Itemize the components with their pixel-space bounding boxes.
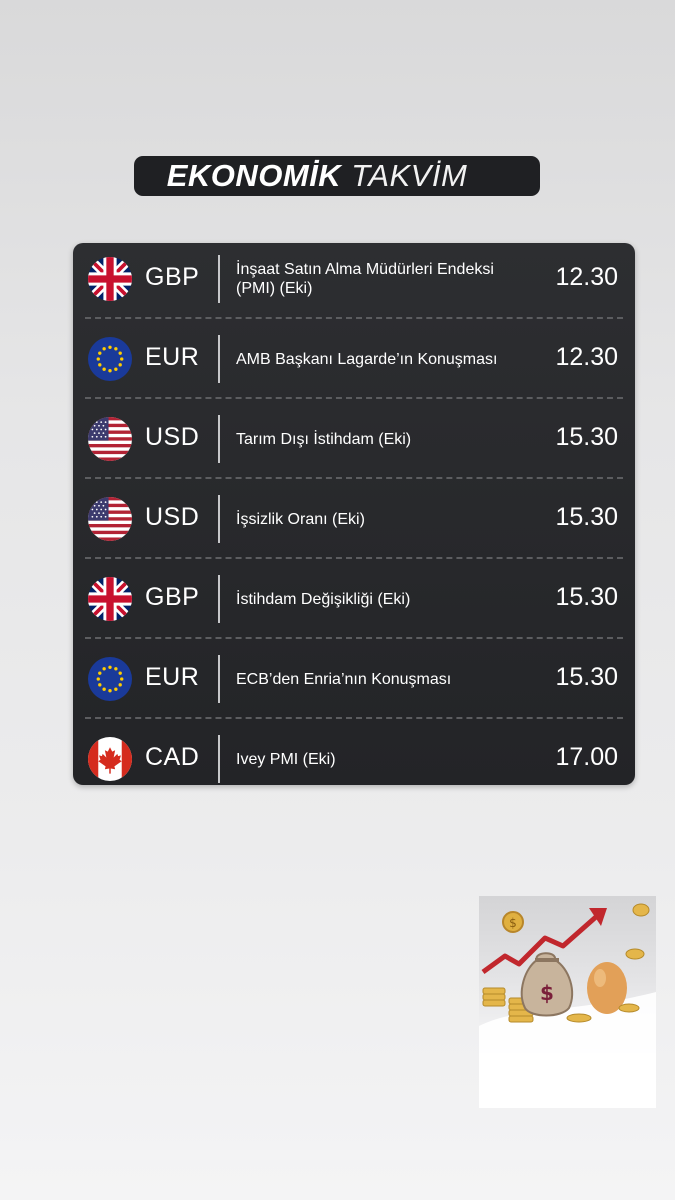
eu-flag-icon — [88, 657, 132, 701]
calendar-row: EUR ECB’den Enria’nın Konuşması 15.30 — [73, 643, 635, 723]
event-time: 17.00 — [555, 743, 618, 771]
svg-text:$: $ — [540, 981, 554, 1005]
column-separator — [218, 335, 220, 383]
money-growth-illustration-icon: $ $ — [479, 896, 656, 1108]
column-separator — [218, 415, 220, 463]
event-name: AMB Başkanı Lagarde’ın Konuşması — [236, 350, 498, 368]
event-time: 12.30 — [555, 263, 618, 291]
title-bold: EKONOMİK — [166, 158, 342, 193]
currency-code: EUR — [145, 663, 200, 691]
column-separator — [218, 575, 220, 623]
event-name: İnşaat Satın Alma Müdürleri Endeksi (PMI… — [236, 261, 494, 297]
calendar-row: GBP İstihdam Değişikliği (Eki) 15.30 — [73, 563, 635, 643]
column-separator — [218, 655, 220, 703]
event-time: 15.30 — [555, 663, 618, 691]
uk-flag-icon — [88, 257, 132, 301]
currency-code: GBP — [145, 263, 200, 291]
canada-flag-icon — [88, 737, 132, 781]
row-divider — [85, 717, 623, 719]
calendar-row: GBP İnşaat Satın Alma Müdürleri Endeksi … — [73, 243, 635, 323]
event-time: 15.30 — [555, 423, 618, 451]
economic-calendar-card: GBP İnşaat Satın Alma Müdürleri Endeksi … — [73, 243, 635, 785]
currency-code: CAD — [145, 743, 200, 771]
row-divider — [85, 317, 623, 319]
row-divider — [85, 397, 623, 399]
svg-text:$: $ — [509, 916, 517, 930]
event-name: ECB’den Enria’nın Konuşması — [236, 670, 452, 688]
page-title: EKONOMİK TAKVİM — [134, 156, 540, 196]
event-name: İstihdam Değişikliği (Eki) — [236, 590, 411, 608]
column-separator — [218, 495, 220, 543]
eu-flag-icon — [88, 337, 132, 381]
calendar-row: EUR AMB Başkanı Lagarde’ın Konuşması 12.… — [73, 323, 635, 403]
currency-code: EUR — [145, 343, 200, 371]
row-divider — [85, 477, 623, 479]
us-flag-icon — [88, 497, 132, 541]
us-flag-icon — [88, 417, 132, 461]
calendar-row: USD Tarım Dışı İstihdam (Eki) 15.30 — [73, 403, 635, 483]
event-name: İşsizlik Oranı (Eki) — [236, 510, 365, 528]
event-time: 15.30 — [555, 503, 618, 531]
event-name: Tarım Dışı İstihdam (Eki) — [236, 430, 412, 448]
calendar-row: USD İşsizlik Oranı (Eki) 15.30 — [73, 483, 635, 563]
event-name: Ivey PMI (Eki) — [236, 750, 336, 768]
event-time: 15.30 — [555, 583, 618, 611]
uk-flag-icon — [88, 577, 132, 621]
currency-code: USD — [145, 503, 200, 531]
currency-code: GBP — [145, 583, 200, 611]
calendar-row: CAD Ivey PMI (Eki) 17.00 — [73, 723, 635, 785]
currency-code: USD — [145, 423, 200, 451]
column-separator — [218, 255, 220, 303]
row-divider — [85, 557, 623, 559]
event-time: 12.30 — [555, 343, 618, 371]
row-divider — [85, 637, 623, 639]
title-light: TAKVİM — [351, 158, 468, 193]
column-separator — [218, 735, 220, 783]
